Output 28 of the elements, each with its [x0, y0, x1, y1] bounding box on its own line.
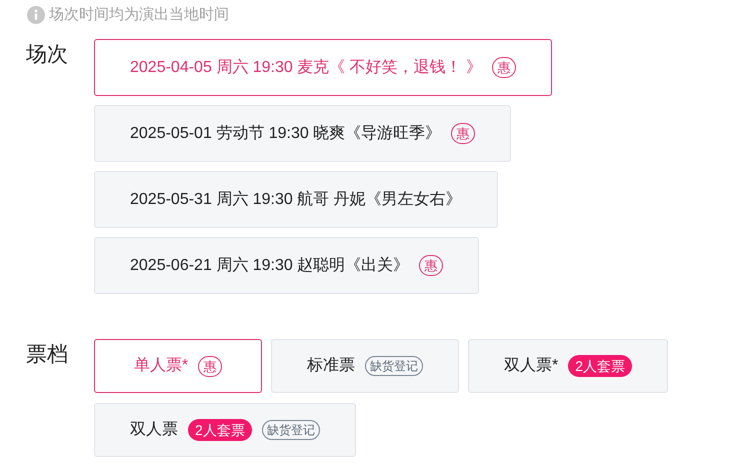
- option-label: 2025-05-31 周六 19:30 航哥 丹妮《男左女右》: [130, 190, 462, 210]
- session-option[interactable]: 2025-06-21 周六 19:30 赵聪明《出关》 惠: [94, 237, 480, 294]
- option-label: 双人票*: [504, 356, 558, 376]
- option-label: 2025-06-21 周六 19:30 赵聪明《出关》: [130, 256, 410, 276]
- session-option[interactable]: 2025-04-05 周六 19:30 麦克《 不好笑，退钱！ 》 惠: [94, 39, 552, 96]
- session-option[interactable]: 2025-05-31 周六 19:30 航哥 丹妮《男左女右》: [94, 171, 498, 228]
- option-label: 双人票: [130, 420, 178, 440]
- option-label: 标准票: [307, 356, 355, 376]
- section-label: 票档: [26, 343, 68, 366]
- stock-badge: 缺货登记: [365, 356, 423, 376]
- ticket-option[interactable]: 单人票* 惠: [94, 339, 262, 393]
- ticket-option[interactable]: 双人票 2人套票 缺货登记: [94, 403, 356, 457]
- discount-badge: 惠: [492, 57, 516, 78]
- ticket-option[interactable]: 双人票* 2人套票: [468, 339, 668, 393]
- option-label: 2025-05-01 劳动节 19:30 晓爽《导游旺季》: [130, 124, 442, 144]
- bundle-badge: 2人套票: [188, 419, 252, 441]
- info-icon: [27, 6, 45, 24]
- discount-badge: 惠: [419, 255, 444, 276]
- session-option[interactable]: 2025-05-01 劳动节 19:30 晓爽《导游旺季》 惠: [94, 105, 512, 162]
- option-label: 2025-04-05 周六 19:30 麦克《 不好笑，退钱！ 》: [130, 58, 482, 78]
- discount-badge: 惠: [451, 123, 476, 144]
- discount-badge: 惠: [198, 356, 222, 376]
- stock-badge: 缺货登记: [262, 420, 320, 440]
- notice-text: 场次时间均为演出当地时间: [49, 4, 229, 25]
- bundle-badge: 2人套票: [568, 355, 632, 377]
- section-label: 场次: [26, 43, 68, 66]
- ticket-option[interactable]: 标准票 缺货登记: [271, 339, 459, 393]
- option-label: 单人票*: [134, 356, 188, 376]
